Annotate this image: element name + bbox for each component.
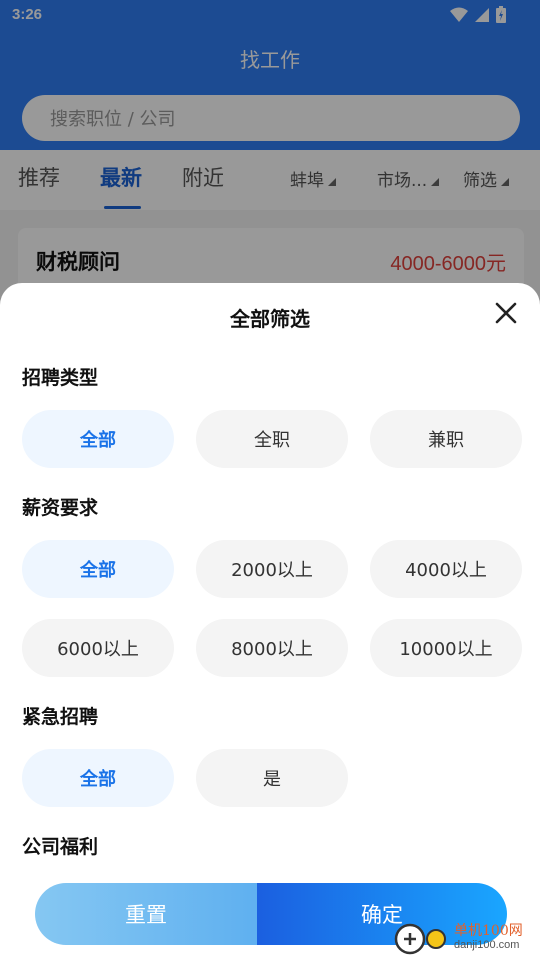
- section-title-welfare: 公司福利: [22, 836, 99, 858]
- watermark-text-group: 单机100网 danji100.com: [454, 922, 523, 951]
- chip-type-all[interactable]: 全部: [22, 410, 174, 468]
- section-title-salary: 薪资要求: [22, 497, 99, 519]
- sheet-title: 全部筛选: [230, 307, 310, 331]
- chip-salary-10000[interactable]: 10000以上: [370, 619, 522, 677]
- chip-salary-6000[interactable]: 6000以上: [22, 619, 174, 677]
- watermark-url: danji100.com: [454, 938, 520, 951]
- section-title-urgent: 紧急招聘: [22, 706, 99, 728]
- chip-type-fulltime[interactable]: 全职: [196, 410, 348, 468]
- chip-urgent-all[interactable]: 全部: [22, 749, 174, 807]
- chip-salary-8000[interactable]: 8000以上: [196, 619, 348, 677]
- reset-button[interactable]: 重置: [35, 883, 257, 945]
- watermark-logo: 单机100网 danji100.com: [392, 916, 538, 958]
- close-icon[interactable]: [492, 299, 520, 327]
- filter-sheet: 全部筛选 招聘类型 全部 全职 兼职 薪资要求 全部 2000以上 4000以上…: [0, 283, 540, 960]
- chip-urgent-yes[interactable]: 是: [196, 749, 348, 807]
- watermark-icon: [394, 923, 446, 955]
- chip-salary-2000[interactable]: 2000以上: [196, 540, 348, 598]
- section-title-type: 招聘类型: [22, 367, 99, 389]
- chip-salary-all[interactable]: 全部: [22, 540, 174, 598]
- chip-salary-4000[interactable]: 4000以上: [370, 540, 522, 598]
- chip-type-parttime[interactable]: 兼职: [370, 410, 522, 468]
- watermark-name: 单机100网: [454, 922, 523, 939]
